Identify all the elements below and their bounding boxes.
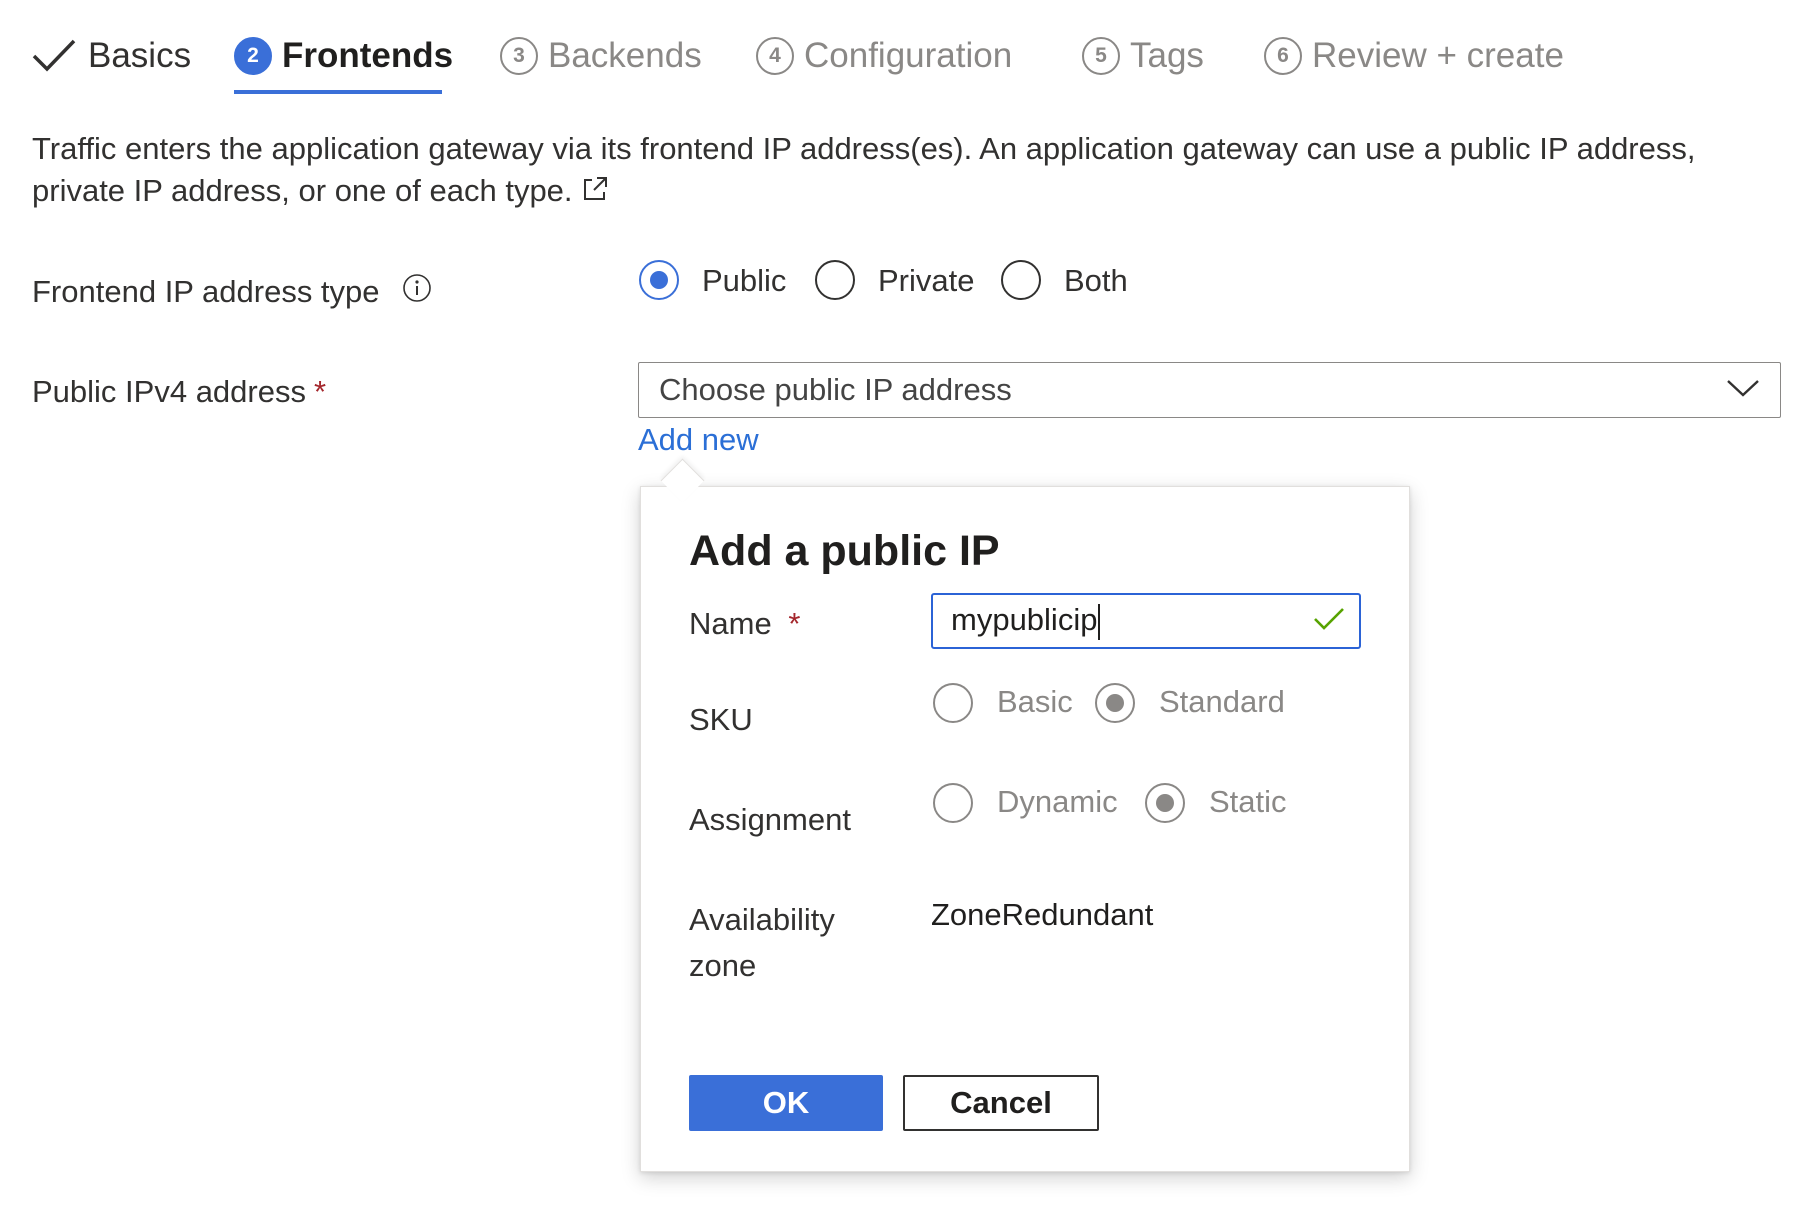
step-number-badge: 6 xyxy=(1264,37,1302,75)
tab-review-create[interactable]: 6 Review + create xyxy=(1264,28,1564,84)
radio-sku-basic[interactable] xyxy=(933,683,973,723)
step-number-badge: 5 xyxy=(1082,37,1120,75)
radio-assignment-dynamic[interactable] xyxy=(933,783,973,823)
field-label-text: Frontend IP address type xyxy=(32,274,380,309)
frontend-ip-type-label: Frontend IP address type xyxy=(32,270,432,314)
radio-private[interactable] xyxy=(815,260,855,300)
field-label-text: Name xyxy=(689,606,772,641)
radio-label-basic: Basic xyxy=(997,684,1073,719)
tab-basics[interactable]: Basics xyxy=(32,28,191,84)
tab-label: Frontends xyxy=(282,36,454,75)
chevron-down-icon xyxy=(1726,378,1760,403)
radio-sku-standard[interactable] xyxy=(1095,683,1135,723)
radio-label-static: Static xyxy=(1209,784,1287,819)
page-description: Traffic enters the application gateway v… xyxy=(32,128,1772,214)
radio-both[interactable] xyxy=(1001,260,1041,300)
step-number-badge: 3 xyxy=(500,37,538,75)
active-tab-indicator xyxy=(234,90,442,94)
callout-title: Add a public IP xyxy=(689,527,1000,575)
radio-label-both: Both xyxy=(1064,263,1128,298)
text-caret xyxy=(1098,603,1101,640)
public-ipv4-label: Public IPv4 address * xyxy=(32,370,326,414)
tab-label: Basics xyxy=(88,36,192,75)
required-asterisk: * xyxy=(788,606,801,641)
availability-zone-value: ZoneRedundant xyxy=(931,897,1154,932)
tab-label: Review + create xyxy=(1312,36,1564,75)
step-number-badge: 2 xyxy=(234,37,272,75)
name-label: Name * xyxy=(689,601,800,647)
radio-label-public: Public xyxy=(702,263,787,298)
availability-zone-label: Availability zone xyxy=(689,902,835,983)
public-ip-dropdown[interactable]: Choose public IP address xyxy=(638,362,1781,418)
radio-public[interactable] xyxy=(639,260,679,300)
sku-label: SKU xyxy=(689,702,753,737)
dropdown-placeholder: Choose public IP address xyxy=(659,372,1012,407)
checkmark-icon xyxy=(32,38,76,74)
tab-backends[interactable]: 3 Backends xyxy=(500,28,702,84)
cancel-button[interactable]: Cancel xyxy=(903,1075,1099,1131)
name-input-value: mypublicip xyxy=(951,602,1313,640)
required-asterisk: * xyxy=(313,374,327,409)
radio-label-dynamic: Dynamic xyxy=(997,784,1118,819)
tab-label: Tags xyxy=(1130,36,1204,75)
step-number-badge: 4 xyxy=(756,37,794,75)
tab-frontends[interactable]: 2 Frontends xyxy=(234,28,453,84)
add-new-link[interactable]: Add new xyxy=(638,422,759,458)
name-input[interactable]: mypublicip xyxy=(931,593,1361,649)
tab-label: Configuration xyxy=(804,36,1013,75)
info-icon[interactable] xyxy=(402,273,432,311)
external-link-icon[interactable] xyxy=(581,172,609,214)
ok-button[interactable]: OK xyxy=(689,1075,883,1131)
valid-check-icon xyxy=(1313,606,1345,637)
field-label-text: Public IPv4 address xyxy=(32,374,306,409)
tab-label: Backends xyxy=(548,36,702,75)
radio-label-standard: Standard xyxy=(1159,684,1285,719)
radio-assignment-static[interactable] xyxy=(1145,783,1185,823)
tab-configuration[interactable]: 4 Configuration xyxy=(756,28,1012,84)
assignment-label: Assignment xyxy=(689,802,851,837)
tab-tags[interactable]: 5 Tags xyxy=(1082,28,1204,84)
radio-label-private: Private xyxy=(878,263,975,298)
add-public-ip-callout: Add a public IP Name * mypublicip SKU Ba… xyxy=(640,486,1410,1172)
description-text: Traffic enters the application gateway v… xyxy=(32,131,1696,208)
